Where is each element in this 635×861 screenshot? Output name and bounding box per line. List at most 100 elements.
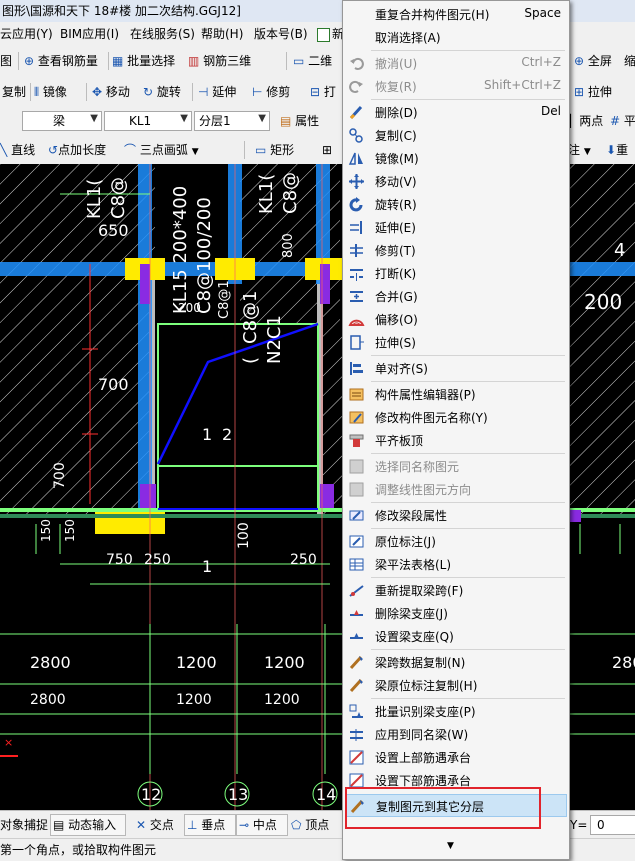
menu-item-in-place-label[interactable]: 原位标注(J) xyxy=(345,530,567,553)
snap-perpendicular-toggle[interactable]: ⊥ 垂点 xyxy=(184,814,236,836)
menu-help[interactable]: 帮助(H) xyxy=(201,26,243,42)
menu-bim[interactable]: BIM应用(I) xyxy=(60,26,119,42)
menu-item-break[interactable]: 打断(K) xyxy=(345,262,567,285)
toolbar-item-drawing[interactable]: 图 xyxy=(0,53,12,69)
menu-item-copy[interactable]: 复制(C) xyxy=(345,124,567,147)
object-snap-toggle[interactable]: 对象捕捉 xyxy=(0,817,48,833)
select-same-icon xyxy=(348,458,365,475)
batch-select-button[interactable]: ▦ 批量选择 xyxy=(112,53,175,69)
menu-item-redo[interactable]: 恢复(R) Shift+Ctrl+Z xyxy=(345,75,567,98)
menu-online[interactable]: 在线服务(S) xyxy=(130,26,195,42)
rebar-3d-button[interactable]: ▥ 钢筋三维 xyxy=(188,53,251,69)
axis-number: 13 xyxy=(228,785,248,804)
break-button[interactable]: ⊟ 打 xyxy=(310,84,336,100)
view-rebar-button[interactable]: ⊕ 查看钢筋量 xyxy=(24,53,98,69)
menu-item-flush-slab-top[interactable]: 平齐板顶 xyxy=(345,429,567,452)
beam-label: N2C1 xyxy=(264,315,285,364)
2d-button[interactable]: ▭ 二维 xyxy=(293,53,332,69)
menu-item-set-support[interactable]: 设置梁支座(Q) xyxy=(345,625,567,648)
menu-item-delete-support[interactable]: 删除梁支座(J) xyxy=(345,602,567,625)
property-editor-icon xyxy=(348,386,365,403)
three-point-arc-button[interactable]: ⌒ 三点画弧 ▼ xyxy=(124,142,199,160)
menu-item-delete[interactable]: 删除(D) Del xyxy=(345,101,567,124)
menu-item-adjust-direction[interactable]: 调整线性图元方向 xyxy=(345,478,567,501)
point-length-button[interactable]: ↺点加长度 xyxy=(48,142,106,158)
chevron-down-icon: ▼ xyxy=(90,113,98,124)
menu-item-property-editor[interactable]: 构件属性编辑器(P) xyxy=(345,383,567,406)
menu-version[interactable]: 版本号(B) xyxy=(254,26,308,42)
snap-intersection-toggle[interactable]: ✕ 交点 xyxy=(136,817,174,833)
stretch-icon xyxy=(348,334,365,351)
menu-item-rename-element[interactable]: 修改构件图元名称(Y) xyxy=(345,406,567,429)
copy-button[interactable]: 复制 xyxy=(2,84,26,100)
span-copy-icon xyxy=(348,654,365,671)
menu-item-stretch[interactable]: 拉伸(S) xyxy=(345,331,567,354)
menu-item-rotate[interactable]: 旋转(R) xyxy=(345,193,567,216)
dimension-label: 750 xyxy=(106,552,133,568)
snap-midpoint-toggle[interactable]: ⊸ 中点 xyxy=(236,814,288,836)
menu-item-mirror[interactable]: 镜像(M) xyxy=(345,147,567,170)
dimension-label: 1 xyxy=(202,425,212,444)
two-point-button[interactable]: ▏两点 xyxy=(570,113,603,129)
menu-item-beam-table[interactable]: 梁平法表格(L) xyxy=(345,553,567,576)
rotate-button[interactable]: ↻ 旋转 xyxy=(143,84,181,100)
property-icon: ▤ xyxy=(280,114,292,128)
mirror-icon: ⫴ xyxy=(34,85,40,99)
extend-button[interactable]: ⊣ 延伸 xyxy=(198,84,236,100)
trim-button[interactable]: ⊢ 修剪 xyxy=(252,84,290,100)
grid-icon: ⊞ xyxy=(322,143,333,157)
redo-icon xyxy=(348,78,365,95)
element-type-select[interactable]: 梁 ▼ xyxy=(22,111,102,131)
menu-item-reextract-span[interactable]: 重新提取梁跨(F) xyxy=(345,579,567,602)
align-icon xyxy=(348,360,365,377)
parallel-button[interactable]: # 平 xyxy=(610,113,635,129)
menu-item-extend[interactable]: 延伸(E) xyxy=(345,216,567,239)
layer-select[interactable]: 分层1 ▼ xyxy=(194,111,270,131)
menu-item-in-place-label-copy[interactable]: 梁原位标注复制(H) xyxy=(345,674,567,697)
menu-scroll-down-icon[interactable]: ▼ xyxy=(447,841,454,851)
snap-vertex-toggle[interactable]: ⬠ 顶点 xyxy=(291,817,329,833)
dimension-label: 200 xyxy=(584,290,622,314)
menu-item-move[interactable]: 移动(V) xyxy=(345,170,567,193)
fullscreen-button[interactable]: ⊕ 全屏 xyxy=(574,53,612,69)
menu-item-span-data-copy[interactable]: 梁跨数据复制(N) xyxy=(345,651,567,674)
menu-cloud[interactable]: 云应用(Y) xyxy=(0,26,53,42)
property-button[interactable]: ▤ 属性 xyxy=(280,113,319,129)
beam-label: ( xyxy=(240,357,261,364)
menu-item-modify-beam-segment[interactable]: 修改梁段属性 xyxy=(345,504,567,527)
menu-new[interactable]: 新 xyxy=(317,26,344,42)
annotate-button[interactable]: 注 ▼ xyxy=(568,142,591,160)
top-rebar-icon xyxy=(348,749,365,766)
beam-label: 800 xyxy=(281,233,296,258)
stretch-button[interactable]: ⊞ 拉伸 xyxy=(574,84,612,100)
dimension-label: 1200 xyxy=(176,692,212,708)
menu-item-deselect[interactable]: 取消选择(A) xyxy=(345,26,567,49)
smart-layout-button[interactable]: ⊞ xyxy=(322,142,332,158)
break-icon xyxy=(348,265,365,282)
menu-item-repeat-merge[interactable]: 重复合并构件图元(H) Space xyxy=(345,3,567,26)
menu-item-apply-same-name[interactable]: 应用到同名梁(W) xyxy=(345,723,567,746)
rectangle-button[interactable]: ▭ 矩形 xyxy=(255,142,294,158)
menu-item-batch-identify-support[interactable]: 批量识别梁支座(P) xyxy=(345,700,567,723)
rename-icon xyxy=(348,409,365,426)
zoom-button[interactable]: 缩 xyxy=(624,53,635,69)
menu-item-trim[interactable]: 修剪(T) xyxy=(345,239,567,262)
menu-item-single-align[interactable]: 单对齐(S) xyxy=(345,357,567,380)
menu-item-offset[interactable]: 偏移(O) xyxy=(345,308,567,331)
window-title: 图形\国源和天下 18#楼 加二次结构.GGJ12] xyxy=(2,4,241,18)
context-menu: 重复合并构件图元(H) Space 取消选择(A) 撤消(U) Ctrl+Z 恢复(… xyxy=(342,0,570,860)
menu-item-top-rebar-pile-cap[interactable]: 设置上部筋遇承台 xyxy=(345,746,567,769)
chevron-down-icon: ▼ xyxy=(583,147,591,157)
move-button[interactable]: ✥ 移动 xyxy=(92,84,130,100)
component-select[interactable]: KL1 ▼ xyxy=(104,111,192,131)
dynamic-input-toggle[interactable]: ▤ 动态输入 xyxy=(50,814,126,836)
mirror-button[interactable]: ⫴ 镜像 xyxy=(34,84,67,100)
re-extract-button[interactable]: ⬇重 xyxy=(606,142,628,158)
line-button[interactable]: ╲ 直线 xyxy=(0,142,35,158)
y-coordinate-input[interactable]: 0 xyxy=(590,815,635,835)
two-point-icon: ▏ xyxy=(570,114,580,128)
menu-item-undo[interactable]: 撤消(U) Ctrl+Z xyxy=(345,52,567,75)
break-icon: ⊟ xyxy=(310,85,321,99)
menu-item-select-same-name[interactable]: 选择同名称图元 xyxy=(345,455,567,478)
menu-item-merge[interactable]: 合并(G) xyxy=(345,285,567,308)
